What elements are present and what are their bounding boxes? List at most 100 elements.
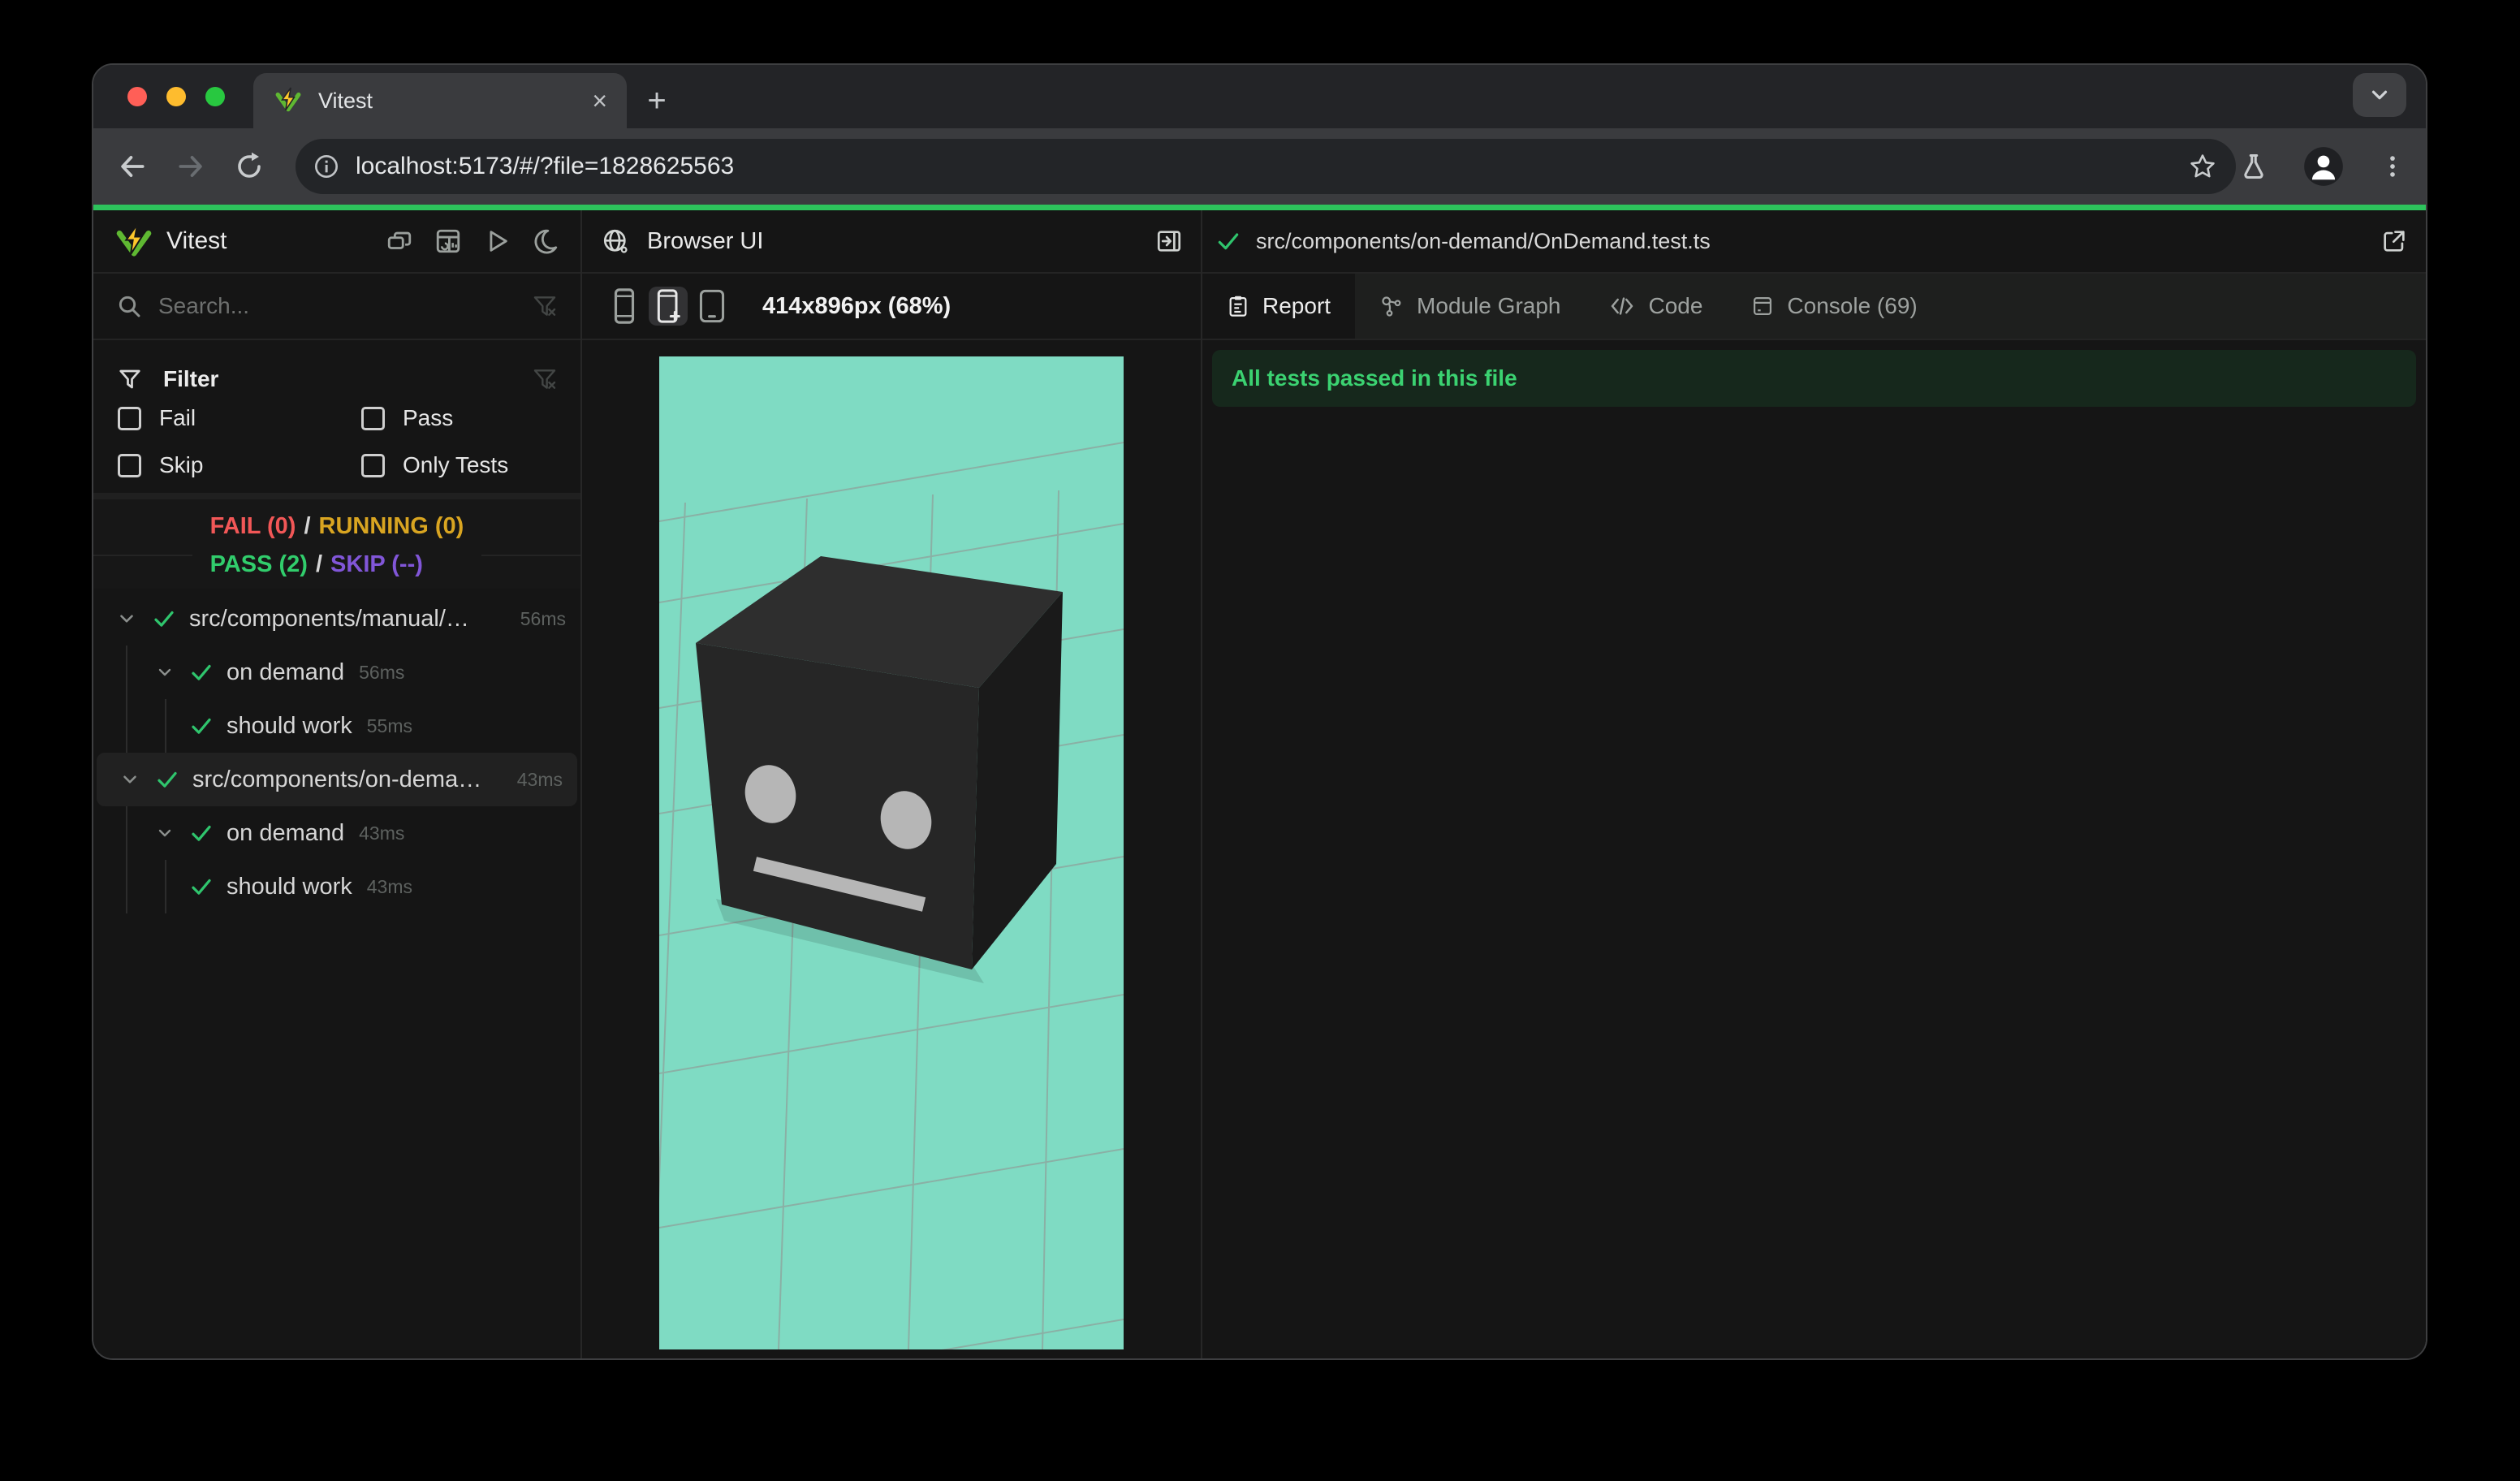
preview-title: Browser UI — [647, 227, 764, 254]
tab-report[interactable]: Report — [1202, 274, 1356, 339]
tab-search-button[interactable] — [2353, 73, 2406, 117]
skip-count: SKIP (--) — [330, 551, 423, 577]
pass-check-icon — [1215, 228, 1241, 254]
tab-strip: Vitest × + — [93, 65, 2426, 128]
experiments-flask-icon[interactable] — [2239, 152, 2268, 181]
window-controls — [127, 87, 225, 106]
test-file-row[interactable]: src/components/manual/… 56ms — [93, 592, 580, 646]
filter-funnel-icon — [119, 369, 140, 389]
test-summary: FAIL (0) / RUNNING (0) PASS (2) / SKIP (--) — [93, 499, 580, 589]
filter-checkbox-pass[interactable]: Pass — [361, 405, 580, 431]
arrow-right-icon — [179, 156, 202, 177]
duration: 55ms — [366, 715, 412, 736]
pass-count: PASS (2) — [209, 551, 308, 577]
viewport-preset-active-button[interactable] — [649, 287, 688, 326]
phone-icon — [614, 288, 635, 324]
search-icon — [119, 296, 140, 317]
checkbox[interactable] — [118, 453, 141, 477]
bookmark-star-icon[interactable] — [2189, 153, 2216, 180]
checkbox[interactable] — [361, 406, 385, 430]
reload-button[interactable] — [220, 152, 278, 181]
maximize-window-button[interactable] — [205, 87, 225, 106]
test-tree: src/components/manual/… 56ms on demand 5… — [93, 589, 580, 1358]
checkbox[interactable] — [361, 453, 385, 477]
code-icon — [1612, 297, 1633, 315]
report-content: All tests passed in this file — [1202, 340, 2426, 1358]
forward-button[interactable] — [162, 151, 220, 182]
viewport-preset-small-button[interactable] — [605, 287, 644, 326]
tab-code[interactable]: Code — [1585, 274, 1727, 339]
test-case-row[interactable]: should work 43ms — [93, 860, 580, 913]
chevron-down-icon — [2371, 90, 2388, 100]
tab-module-graph[interactable]: Module Graph — [1355, 274, 1585, 339]
pass-check-icon — [189, 714, 214, 738]
chevron-down-icon[interactable] — [155, 663, 175, 682]
filter-checkbox-fail[interactable]: Fail — [118, 405, 361, 431]
tab-close-icon[interactable]: × — [592, 88, 607, 114]
pass-check-icon — [189, 821, 214, 845]
chevron-down-icon[interactable] — [116, 608, 137, 629]
browser-tab[interactable]: Vitest × — [253, 73, 627, 128]
close-window-button[interactable] — [127, 87, 147, 106]
browser-preview-panel: Browser UI 414x896px (68%) — [582, 210, 1201, 1358]
pass-check-icon — [189, 874, 214, 899]
filter-checkbox-skip[interactable]: Skip — [118, 452, 361, 478]
viewport-size-label: 414x896px (68%) — [762, 292, 951, 319]
chevron-down-icon[interactable] — [155, 823, 175, 843]
test-detail-panel: src/components/on-demand/OnDemand.test.t… — [1202, 210, 2426, 1358]
minimize-window-button[interactable] — [166, 87, 186, 106]
dock-panel-icon[interactable] — [1155, 227, 1201, 255]
duration: 43ms — [516, 768, 563, 790]
globe-icon — [603, 229, 628, 253]
vitest-logo-icon — [116, 223, 152, 259]
browser-toolbar: localhost:5173/#/?file=1828625563 — [93, 128, 2426, 205]
test-case-row[interactable]: should work 55ms — [93, 699, 580, 753]
dark-mode-moon-icon[interactable] — [532, 227, 559, 255]
search-input[interactable]: Search... — [158, 293, 532, 319]
collapse-windows-icon[interactable] — [386, 227, 413, 255]
checkbox[interactable] — [118, 406, 141, 430]
test-progress-bar — [93, 205, 2426, 210]
profile-avatar[interactable] — [2302, 145, 2345, 188]
summary-line-1: FAIL (0) / RUNNING (0) — [209, 513, 464, 539]
running-count: RUNNING (0) — [318, 513, 464, 539]
tab-console[interactable]: Console (69) — [1727, 274, 1941, 339]
robot-cube — [696, 556, 1063, 983]
run-all-play-icon[interactable] — [483, 227, 511, 255]
duration: 56ms — [520, 607, 566, 629]
console-icon — [1754, 296, 1772, 316]
clear-filter-icon[interactable] — [532, 293, 558, 319]
app-title: Vitest — [166, 227, 227, 254]
test-file-path: src/components/on-demand/OnDemand.test.t… — [1256, 228, 1711, 253]
address-bar[interactable]: localhost:5173/#/?file=1828625563 — [296, 139, 2236, 194]
url-text[interactable]: localhost:5173/#/?file=1828625563 — [356, 153, 2189, 180]
fail-count: FAIL (0) — [209, 513, 296, 539]
duration: 43ms — [359, 822, 405, 844]
browser-preview-canvas[interactable] — [659, 356, 1124, 1349]
back-button[interactable] — [103, 151, 162, 182]
detail-tabs: Report Module Graph Code Console (69) — [1202, 274, 2426, 340]
menu-dots-icon[interactable] — [2379, 153, 2406, 180]
tab-title: Vitest — [318, 88, 373, 113]
chevron-down-icon[interactable] — [119, 769, 140, 790]
duration: 43ms — [366, 875, 412, 897]
clear-filter-icon[interactable] — [532, 366, 558, 392]
duration: 56ms — [359, 661, 405, 683]
reload-icon — [238, 152, 261, 178]
open-external-icon[interactable] — [2380, 227, 2426, 255]
browser-window: Vitest × + localhost:5173/#/?file=182862… — [92, 63, 2427, 1360]
search-bar[interactable]: Search... — [93, 274, 580, 340]
section-divider — [93, 493, 580, 499]
filter-checkbox-only-tests[interactable]: Only Tests — [361, 452, 580, 478]
dashboard-icon[interactable] — [434, 227, 462, 255]
new-tab-button[interactable]: + — [639, 83, 675, 119]
test-file-row-selected[interactable]: src/components/on-dema… 43ms — [97, 753, 577, 806]
test-suite-row[interactable]: on demand 56ms — [93, 646, 580, 699]
test-suite-row[interactable]: on demand 43ms — [93, 806, 580, 860]
viewport-preset-tablet-button[interactable] — [693, 287, 731, 326]
site-info-icon[interactable] — [313, 153, 339, 179]
filter-title: Filter — [163, 366, 219, 391]
preview-canvas-area — [582, 340, 1201, 1358]
tablet-icon — [699, 289, 725, 323]
filter-section: Filter Fail Pass Skip Only Tests — [93, 340, 580, 493]
